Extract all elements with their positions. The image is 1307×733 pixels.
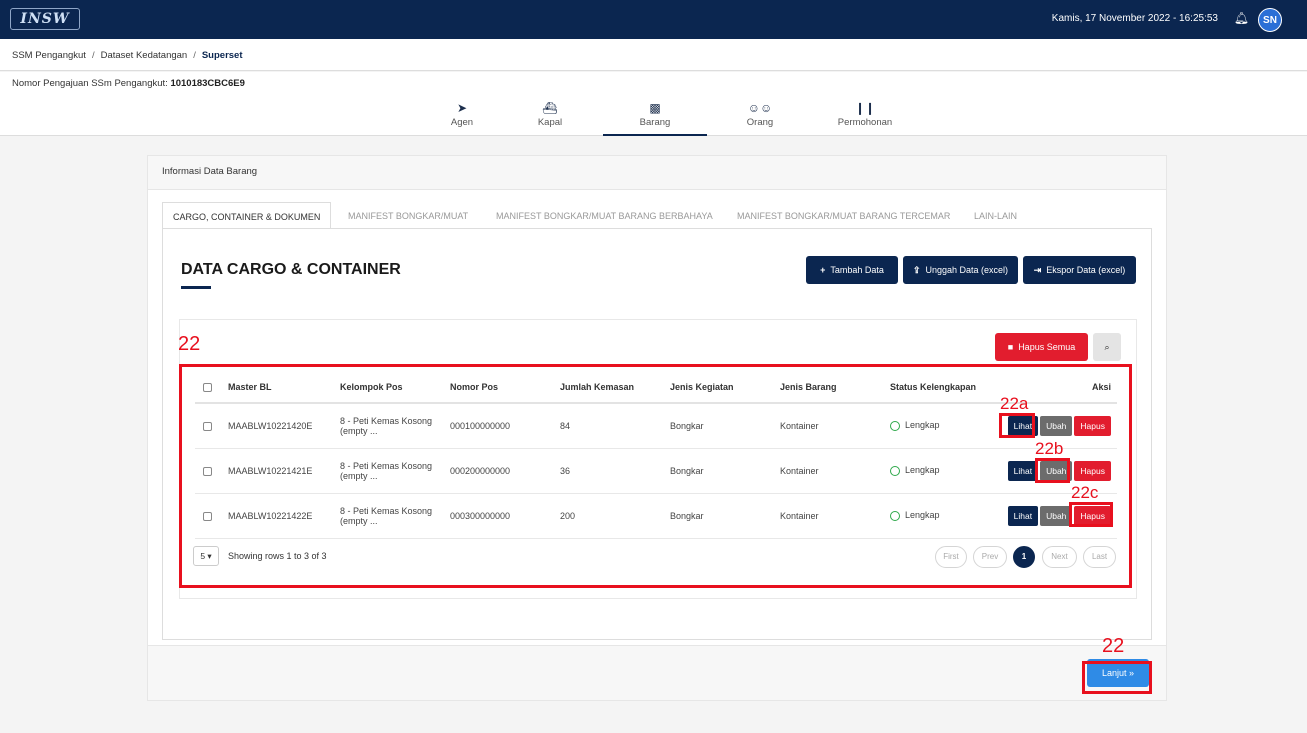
plus-icon: + [820, 265, 826, 275]
submission-number-value: 1010183CBC6E9 [170, 78, 245, 89]
annotation-box-table [179, 364, 1132, 588]
main-tabs: ➤ Agen ⛴ Kapal ▩ Barang ☺☺ Orang ❙❙ Perm… [0, 96, 1307, 136]
tab-label: Permohonan [837, 117, 893, 128]
tab-label: Barang [639, 117, 671, 128]
annotation-box-lihat [999, 413, 1035, 438]
tab-kapal[interactable]: ⛴ Kapal [498, 96, 602, 136]
annotation-label-hapus: 22c [1071, 483, 1099, 502]
breadcrumb-item[interactable]: SSM Pengangkut [12, 50, 86, 61]
upload-excel-label: Unggah Data (excel) [925, 265, 1009, 275]
annotation-label-ubah: 22b [1035, 439, 1064, 458]
cargo-icon: ▩ [649, 101, 661, 115]
add-data-button[interactable]: + Tambah Data [806, 256, 898, 284]
top-bar: INSW Kamis, 17 November 2022 - 16:25:53 … [0, 0, 1307, 39]
delete-all-label: Hapus Semua [1018, 342, 1076, 352]
users-icon: ☺☺ [747, 101, 773, 115]
bell-icon[interactable]: 🔔︎ [1234, 11, 1249, 25]
annotation-box-ubah [1035, 458, 1070, 483]
submission-number-bar: Nomor Pengajuan SSm Pengangkut: 1010183C… [0, 72, 1307, 96]
add-data-label: Tambah Data [830, 265, 884, 275]
breadcrumb: SSM Pengangkut / Dataset Kedatangan / Supers… [0, 39, 1307, 71]
delete-all-button[interactable]: ■ Hapus Semua [995, 333, 1088, 361]
trash-icon: ■ [1007, 342, 1014, 352]
avatar[interactable]: SN [1258, 8, 1282, 32]
annotation-label-lanjut: 22 [1102, 635, 1125, 657]
ship-icon: ⛴ [542, 101, 558, 115]
subtab-cargo-container[interactable]: CARGO, CONTAINER & DOKUMEN [162, 202, 332, 229]
breadcrumb-item[interactable]: Dataset Kedatangan [101, 50, 188, 61]
tab-barang[interactable]: ▩ Barang [603, 96, 707, 136]
card-footer: Lanjut » [148, 645, 1166, 700]
tab-label: Kapal [537, 117, 563, 128]
current-datetime: Kamis, 17 November 2022 - 16:25:53 [1051, 13, 1218, 24]
upload-excel-button[interactable]: ⇪ Unggah Data (excel) [903, 256, 1018, 284]
export-excel-button[interactable]: ⇥ Ekspor Data (excel) [1023, 256, 1136, 284]
breadcrumb-current: Superset [201, 50, 243, 61]
insw-logo[interactable]: INSW [10, 8, 80, 30]
annotation-label-table: 22 [178, 333, 201, 355]
tab-permohonan[interactable]: ❙❙ Permohonan [813, 96, 917, 136]
subtab-manifest-tercemar[interactable]: MANIFEST BONGKAR/MUAT BARANG TERCEMAR [737, 202, 950, 229]
annotation-box-lanjut [1082, 661, 1152, 694]
export-icon: ⇥ [1033, 265, 1042, 275]
subtab-manifest-berbahaya[interactable]: MANIFEST BONGKAR/MUAT BARANG BERBAHAYA [496, 202, 713, 229]
annotation-box-hapus [1069, 502, 1113, 527]
annotation-label-lihat: 22a [1000, 394, 1029, 413]
title-underline [181, 286, 211, 289]
sub-tabs: CARGO, CONTAINER & DOKUMEN MANIFEST BONG… [162, 202, 1152, 229]
search-button[interactable]: ⌕ [1093, 333, 1121, 361]
subtab-lain-lain[interactable]: LAIN-LAIN [974, 202, 1017, 229]
submission-number-label: Nomor Pengajuan SSm Pengangkut: [12, 78, 168, 89]
card-header: Informasi Data Barang [148, 156, 1166, 190]
upload-icon: ⇪ [912, 265, 921, 275]
search-icon: ⌕ [1104, 342, 1110, 352]
documents-icon: ❙❙ [854, 101, 876, 115]
section-title: DATA CARGO & CONTAINER [181, 261, 401, 278]
tab-label: Orang [746, 117, 774, 128]
subtab-manifest[interactable]: MANIFEST BONGKAR/MUAT [348, 202, 468, 229]
tab-orang[interactable]: ☺☺ Orang [708, 96, 812, 136]
export-excel-label: Ekspor Data (excel) [1046, 265, 1126, 275]
